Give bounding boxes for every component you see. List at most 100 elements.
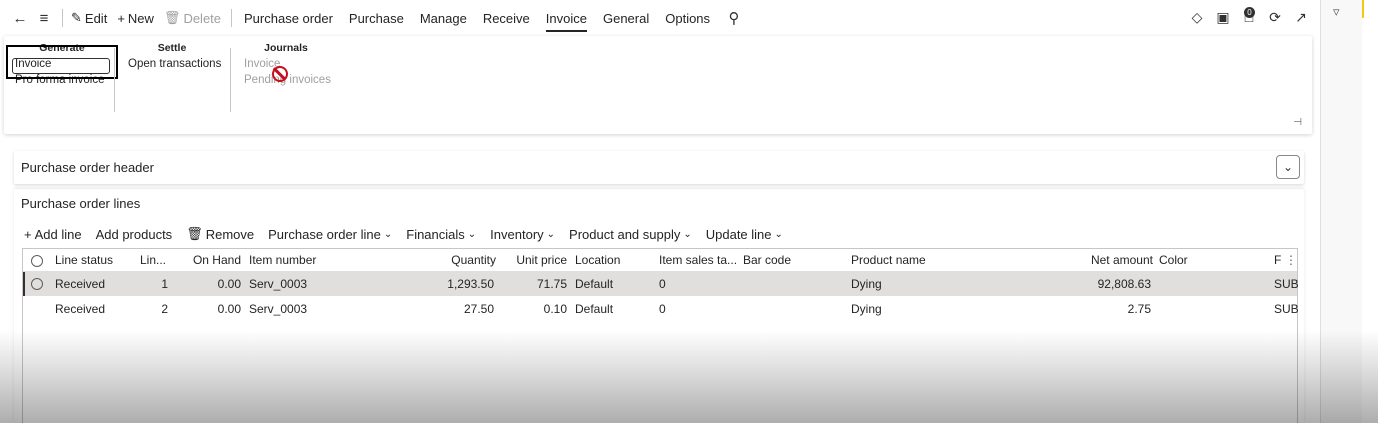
column-header-line-number[interactable]: Lin... (140, 249, 180, 272)
ribbon-group-settle: Settle Open transactions (122, 42, 222, 72)
action-bar: ← ≡ ✎ Edit + New 🗑 Delete Purchase order Pu… (0, 0, 1320, 36)
purchase-order-header-section[interactable]: Purchase order header ⌄ (14, 151, 1304, 184)
diamond-icon[interactable]: ◇ (1188, 6, 1206, 28)
cell-f[interactable]: SUB (1274, 272, 1298, 296)
tab-invoice[interactable]: Invoice (538, 0, 595, 36)
tab-options[interactable]: Options (657, 0, 718, 36)
separator (230, 48, 231, 112)
add-line-button[interactable]: + Add line (24, 227, 82, 242)
search-icon[interactable]: ⚲ (724, 8, 744, 28)
cell-item-sales-tax[interactable]: 0 (659, 297, 739, 321)
chevron-down-icon[interactable]: ⌄ (1276, 155, 1300, 179)
column-header-product-name[interactable]: Product name (851, 249, 971, 272)
chevron-down-icon: ⌄ (546, 228, 556, 240)
notification-icon[interactable]: □0 (1240, 6, 1258, 28)
column-header-line-status[interactable]: Line status (55, 249, 135, 272)
tab-purchase-order[interactable]: Purchase order (236, 0, 341, 36)
new-button[interactable]: + New (113, 6, 158, 30)
refresh-icon[interactable]: ⟳ (1266, 6, 1284, 28)
column-header-item-number[interactable]: Item number (249, 249, 349, 272)
table-row[interactable]: Received 2 0.00 Serv_0003 27.50 0.10 Def… (23, 297, 1298, 321)
column-header-location[interactable]: Location (575, 249, 655, 272)
pin-icon[interactable]: ⊣ (1293, 117, 1302, 128)
focus-outline (12, 58, 110, 74)
purchase-order-line-menu[interactable]: Purchase order line ⌄ (268, 227, 392, 242)
trash-icon: 🗑 (186, 226, 203, 241)
back-arrow-icon[interactable]: ← (10, 8, 30, 28)
no-entry-cursor-icon (272, 66, 288, 82)
cell-unit-price[interactable]: 71.75 (503, 272, 567, 296)
cell-product-name[interactable]: Dying (851, 272, 971, 296)
column-header-item-sales-tax[interactable]: Item sales ta... (659, 249, 739, 272)
tab-purchase[interactable]: Purchase (341, 0, 412, 36)
cell-location[interactable]: Default (575, 272, 655, 296)
row-selection-indicator (23, 272, 25, 296)
chevron-down-icon: ⌄ (383, 228, 393, 240)
ribbon-panel: Generate Invoice Pro forma invoice Settl… (4, 36, 1312, 134)
column-header-on-hand[interactable]: On Hand (183, 249, 241, 272)
remove-button[interactable]: 🗑 Remove (186, 226, 254, 242)
cell-quantity[interactable]: 1,293.50 (403, 272, 494, 296)
cell-net-amount[interactable]: 92,808.63 (1051, 272, 1151, 296)
app-window: ← ≡ ✎ Edit + New 🗑 Delete Purchase order Pu… (0, 0, 1320, 423)
ribbon-group-journals: Journals Invoice Pending invoices (236, 42, 336, 88)
cell-line-number: 2 (161, 302, 168, 316)
office-icon[interactable]: ▣ (1214, 6, 1232, 28)
filter-icon[interactable]: ▿ (1333, 4, 1340, 20)
column-header-unit-price[interactable]: Unit price (503, 249, 567, 272)
column-options-icon[interactable]: ⋮ (1285, 249, 1295, 272)
open-new-window-icon[interactable]: ↗ (1292, 6, 1310, 28)
cell-f[interactable]: SUB (1274, 297, 1298, 321)
chevron-down-icon: ⌄ (774, 228, 783, 240)
cell-item-sales-tax[interactable]: 0 (659, 272, 739, 296)
group-title: Journals (264, 42, 308, 54)
select-all-radio[interactable] (31, 255, 43, 267)
cell-product-name[interactable]: Dying (851, 297, 971, 321)
hamburger-icon[interactable]: ≡ (34, 8, 54, 28)
tab-receive[interactable]: Receive (475, 0, 538, 36)
product-and-supply-menu[interactable]: Product and supply ⌄ (569, 227, 692, 242)
delete-button[interactable]: 🗑 Delete (160, 6, 225, 30)
separator (62, 9, 63, 27)
cell-color[interactable] (1159, 272, 1219, 296)
table-row[interactable]: Received 1 0.00 Serv_0003 1,293.50 71.75… (23, 272, 1298, 296)
cell-bar-code[interactable] (743, 297, 823, 321)
update-line-menu[interactable]: Update line ⌄ (706, 227, 783, 242)
plus-icon: + (117, 10, 125, 26)
cell-item-number[interactable]: Serv_0003 (249, 297, 349, 321)
chevron-down-icon: ⌄ (467, 228, 477, 240)
notification-badge: 0 (1244, 7, 1255, 18)
cell-color[interactable] (1159, 297, 1219, 321)
cell-location[interactable]: Default (575, 297, 655, 321)
edit-button[interactable]: ✎ Edit (67, 6, 111, 30)
add-products-button[interactable]: Add products (96, 227, 173, 242)
cell-line-status: Received (55, 277, 106, 291)
tab-manage[interactable]: Manage (412, 0, 475, 36)
filter-pane: ▿ (1320, 0, 1362, 423)
cell-line-status: Received (55, 302, 106, 316)
cell-bar-code[interactable] (743, 272, 823, 296)
column-header-color[interactable]: Color (1159, 249, 1219, 272)
column-header-bar-code[interactable]: Bar code (743, 249, 823, 272)
financials-menu[interactable]: Financials ⌄ (406, 227, 476, 242)
plus-icon: + (24, 226, 32, 242)
separator (114, 48, 115, 112)
pencil-icon: ✎ (71, 10, 82, 25)
section-title: Purchase order lines (21, 196, 141, 211)
cell-item-number[interactable]: Serv_0003 (249, 272, 349, 296)
open-transactions-button[interactable]: Open transactions (122, 56, 222, 72)
grid-header-row: Line status Lin... On Hand Item number Q… (23, 249, 1297, 272)
tab-general[interactable]: General (595, 0, 657, 36)
inventory-menu[interactable]: Inventory ⌄ (490, 227, 555, 242)
cell-on-hand: 0.00 (217, 277, 241, 291)
row-select-radio[interactable] (31, 278, 43, 290)
lines-toolbar: + Add line Add products 🗑 Remove Purchase … (24, 223, 797, 245)
cell-unit-price[interactable]: 0.10 (503, 297, 567, 321)
column-header-net-amount[interactable]: Net amount (1053, 249, 1153, 272)
cell-net-amount[interactable]: 2.75 (1051, 297, 1151, 321)
cell-line-number: 1 (161, 277, 168, 291)
cell-quantity[interactable]: 27.50 (403, 297, 494, 321)
edge-strip (1362, 0, 1378, 423)
cell-on-hand: 0.00 (217, 302, 241, 316)
column-header-quantity[interactable]: Quantity (403, 249, 496, 272)
